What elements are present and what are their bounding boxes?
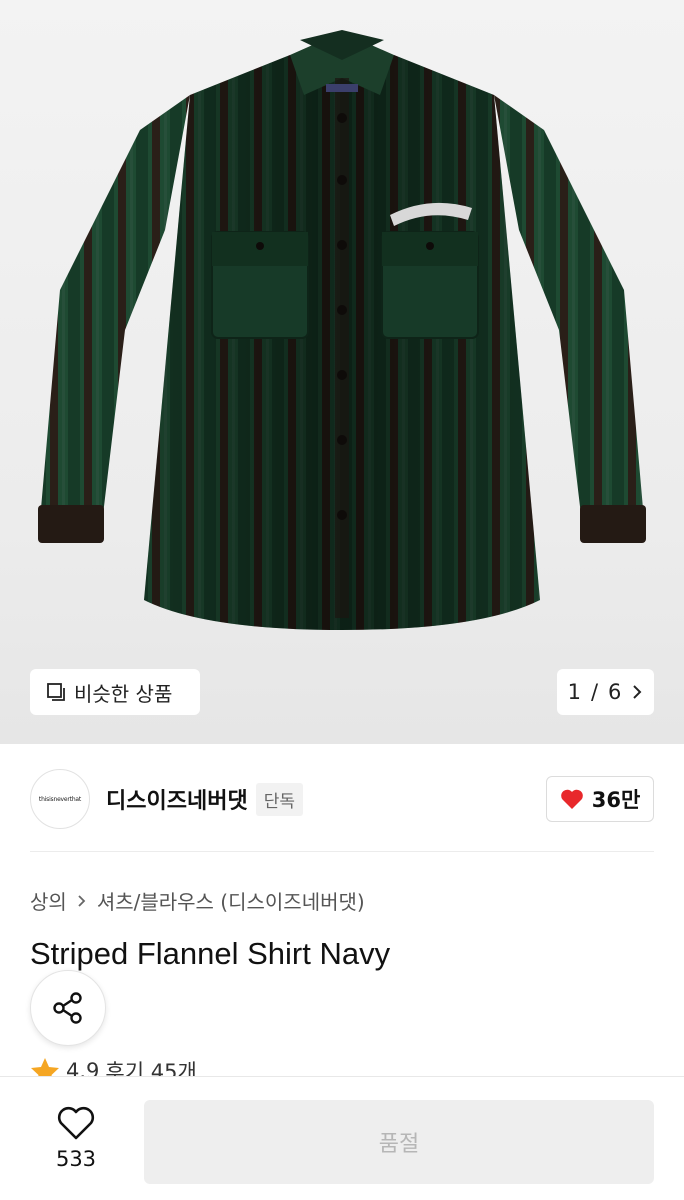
brand-logo[interactable]: thisisneverthat bbox=[30, 769, 90, 829]
similar-products-button[interactable]: 비슷한 상품 bbox=[30, 669, 200, 715]
wishlist-count: 533 bbox=[55, 1147, 97, 1171]
image-counter-total: 6 bbox=[608, 680, 622, 704]
soldout-button[interactable]: 품절 bbox=[144, 1100, 654, 1184]
soldout-label: 품절 bbox=[378, 1132, 420, 1157]
heart-filled-icon bbox=[560, 789, 583, 809]
image-counter-current: 1 bbox=[567, 680, 581, 704]
chevron-right-icon bbox=[78, 894, 86, 907]
section-divider bbox=[30, 851, 654, 852]
brand-logo-text: thisisneverthat bbox=[38, 795, 82, 803]
product-title: Striped Flannel Shirt Navy bbox=[30, 936, 391, 971]
image-counter-separator: / bbox=[590, 680, 599, 704]
brand-name[interactable]: 디스이즈네버댓 bbox=[106, 783, 248, 815]
brand-like-count: 36만 bbox=[591, 788, 641, 812]
breadcrumb-item-subcategory[interactable]: 셔츠/블라우스 (디스이즈네버댓) bbox=[97, 886, 365, 915]
breadcrumb-item-category[interactable]: 상의 bbox=[30, 886, 67, 915]
heart-outline-icon bbox=[57, 1106, 95, 1140]
chevron-right-icon bbox=[633, 685, 642, 699]
share-button[interactable] bbox=[30, 970, 106, 1046]
image-counter[interactable]: 1 / 6 bbox=[557, 669, 654, 715]
square-stack-icon bbox=[47, 683, 65, 701]
brand-like-button[interactable]: 36만 bbox=[546, 776, 654, 822]
bottom-action-bar: 533 품절 bbox=[0, 1076, 684, 1200]
similar-products-label: 비슷한 상품 bbox=[74, 681, 173, 706]
wishlist-button[interactable]: 533 bbox=[44, 1105, 108, 1171]
product-photo bbox=[38, 30, 646, 630]
exclusive-badge: 단독 bbox=[255, 782, 303, 816]
brand-row: thisisneverthat 디스이즈네버댓 단독 36만 bbox=[30, 768, 654, 830]
share-icon bbox=[53, 992, 82, 1024]
breadcrumb: 상의 셔츠/블라우스 (디스이즈네버댓) bbox=[30, 886, 365, 915]
product-image-gallery[interactable]: 비슷한 상품 1 / 6 bbox=[0, 0, 684, 744]
